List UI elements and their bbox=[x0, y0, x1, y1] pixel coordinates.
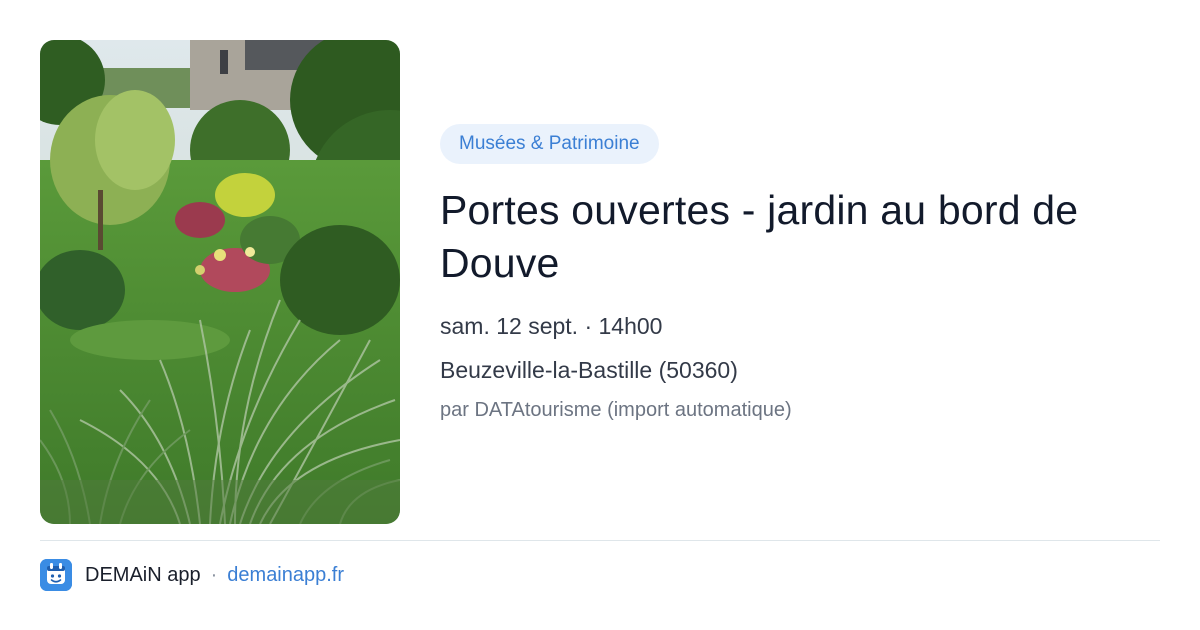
event-location: Beuzeville-la-Bastille (50360) bbox=[440, 357, 738, 383]
event-photo[interactable] bbox=[40, 40, 400, 524]
event-details: Musées & Patrimoine Portes ouvertes - ja… bbox=[440, 124, 1160, 423]
footer: DEMAiN app · demainapp.fr bbox=[40, 558, 344, 592]
event-datetime: sam. 12 sept. · 14h00 bbox=[440, 313, 663, 339]
footer-divider bbox=[40, 540, 1160, 541]
footer-separator: · bbox=[210, 563, 218, 586]
event-card[interactable]: Musées & Patrimoine Portes ouvertes - ja… bbox=[0, 0, 1200, 630]
category-badge[interactable]: Musées & Patrimoine bbox=[440, 124, 659, 164]
event-title[interactable]: Portes ouvertes - jardin au bord de Douv… bbox=[440, 184, 1160, 290]
app-name: DEMAiN app bbox=[85, 563, 201, 586]
site-link[interactable]: demainapp.fr bbox=[227, 564, 344, 587]
garden-image bbox=[40, 40, 400, 524]
demain-app-icon[interactable] bbox=[40, 559, 72, 591]
event-author: par DATAtourisme (import automatique) bbox=[440, 399, 792, 421]
